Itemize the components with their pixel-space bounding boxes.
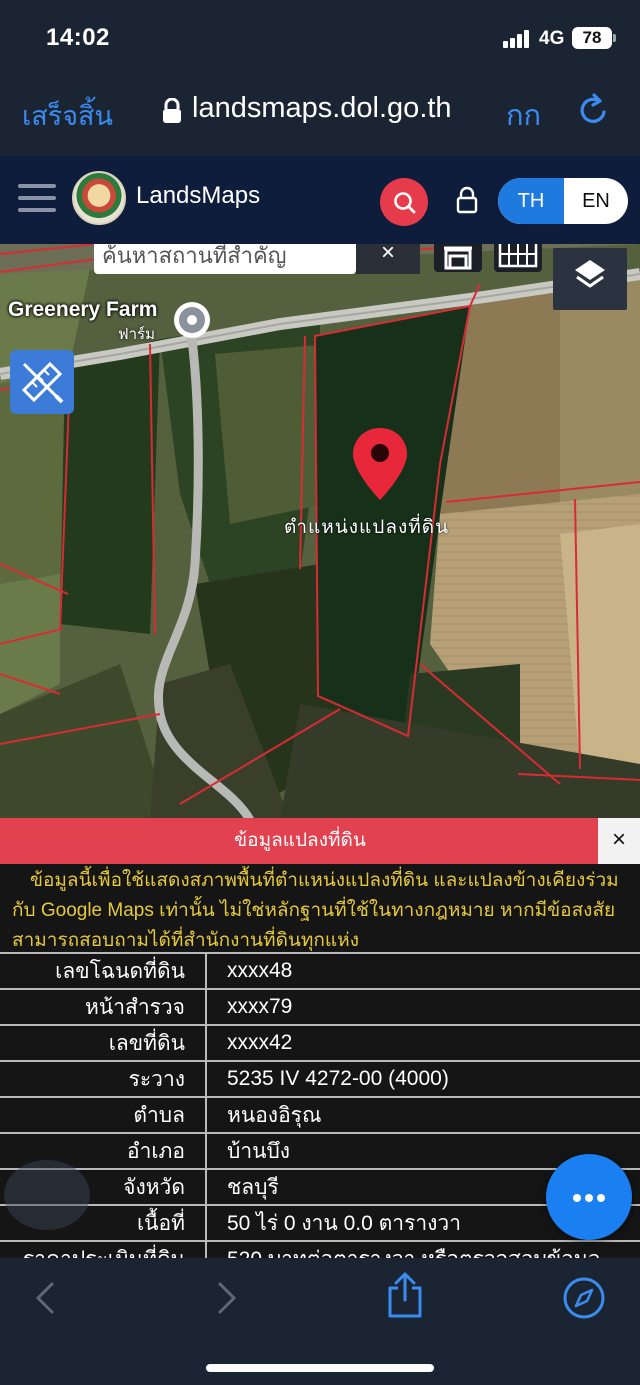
parcel-info-table: เลขโฉนดที่ดิน xxxx48 หน้าสำรวจ xxxx79 เลขท… <box>0 952 640 1277</box>
row-label: เลขโฉนดที่ดิน <box>0 952 207 989</box>
table-row: อำเภอ บ้านบึง <box>0 1132 640 1169</box>
info-icon[interactable] <box>4 1160 90 1230</box>
language-toggle[interactable]: TH EN <box>498 178 628 224</box>
map-search-text: ค้นหาสถานที่สำคัญ <box>102 244 287 268</box>
search-icon <box>394 192 416 214</box>
battery-tip <box>613 34 616 42</box>
text-size-button[interactable]: กก <box>506 92 541 138</box>
building-icon <box>444 246 472 270</box>
map-search-clear-button[interactable]: × <box>356 244 420 274</box>
parcel-info-panel: ข้อมูลนี้เพื่อใช้แสดงสภาพพื้นที่ตำแหน่งแ… <box>0 864 640 1277</box>
close-panel-button[interactable]: × <box>598 818 640 864</box>
done-button[interactable]: เสร็จสิ้น <box>22 94 113 137</box>
satellite-map[interactable]: ค้นหาสถานที่สำคัญ × Greenery Farm ฟาร์ม … <box>0 244 640 820</box>
table-row: ระวาง 5235 IV 4272-00 (4000) <box>0 1060 640 1097</box>
dol-logo <box>72 171 126 225</box>
cellular-signal-icon <box>503 30 531 48</box>
row-label: เลขที่ดิน <box>0 1024 207 1061</box>
layers-icon <box>575 260 605 288</box>
site-header: LandsMaps TH EN <box>0 156 640 244</box>
parcel-info-header: ข้อมูลแปลงที่ดิน × <box>0 818 640 864</box>
poi-subtitle: ฟาร์ม <box>118 326 155 343</box>
search-button[interactable] <box>380 178 428 226</box>
browser-url-bar: เสร็จสิ้น landsmaps.dol.go.th กก <box>0 78 640 156</box>
row-value: xxxx79 <box>206 988 640 1025</box>
grid-tool-button[interactable] <box>494 244 542 272</box>
row-label: ระวาง <box>0 1060 207 1097</box>
ruler-pencil-icon <box>21 361 64 404</box>
row-label: ตำบล <box>0 1096 207 1133</box>
notice-line-1: ข้อมูลนี้เพื่อใช้แสดงสภาพพื้นที่ตำแหน่งแ… <box>30 870 619 891</box>
landmark-tool-button[interactable] <box>434 244 482 272</box>
notice-line-2: กับ Google Maps เท่านั้น ไม่ใช่หลักฐานที… <box>12 900 616 921</box>
row-value: 5235 IV 4272-00 (4000) <box>206 1060 640 1097</box>
status-time: 14:02 <box>46 24 110 51</box>
table-row: ตำบล หนองอิรุณ <box>0 1096 640 1133</box>
poi-marker-icon[interactable] <box>172 300 212 340</box>
pin-label: ตำแหน่งแปลงที่ดิน <box>284 517 450 538</box>
table-row: จังหวัด ชลบุรี <box>0 1168 640 1205</box>
row-value: xxxx48 <box>206 952 640 989</box>
table-row: เลขโฉนดที่ดิน xxxx48 <box>0 952 640 989</box>
parcel-location-pin-icon <box>353 428 407 500</box>
table-row: เลขที่ดิน xxxx42 <box>0 1024 640 1061</box>
lang-en-option[interactable]: EN <box>564 178 628 224</box>
lock-icon <box>163 98 181 123</box>
layers-button[interactable] <box>553 248 627 310</box>
map-search-input[interactable]: ค้นหาสถานที่สำคัญ <box>94 244 356 274</box>
network-type: 4G <box>539 28 565 49</box>
row-value: xxxx42 <box>206 1024 640 1061</box>
reload-icon[interactable] <box>577 92 611 128</box>
share-icon[interactable] <box>384 1270 426 1320</box>
grid-icon <box>498 244 538 268</box>
status-bar: 14:02 4G 78 <box>0 0 640 78</box>
more-options-button[interactable] <box>546 1154 632 1240</box>
login-lock-icon[interactable] <box>455 186 479 214</box>
parcel-info-title: ข้อมูลแปลงที่ดิน <box>234 830 366 851</box>
menu-icon[interactable] <box>18 182 56 214</box>
poi-name[interactable]: Greenery Farm <box>8 298 157 322</box>
table-row: หน้าสำรวจ xxxx79 <box>0 988 640 1025</box>
forward-icon[interactable] <box>212 1278 242 1318</box>
home-indicator <box>206 1364 434 1372</box>
screen: 14:02 4G 78 เสร็จสิ้น landsmaps.dol.go.t… <box>0 0 640 1385</box>
table-row: เนื้อที่ 50 ไร่ 0 งาน 0.0 ตารางวา <box>0 1204 640 1241</box>
url-domain[interactable]: landsmaps.dol.go.th <box>192 92 452 125</box>
battery-icon: 78 <box>572 27 612 49</box>
back-icon[interactable] <box>30 1278 60 1318</box>
site-brand: LandsMaps <box>136 182 261 209</box>
measure-tool-button[interactable] <box>10 350 74 414</box>
lang-th-option[interactable]: TH <box>498 178 564 224</box>
row-label: หน้าสำรวจ <box>0 988 207 1025</box>
compass-icon[interactable] <box>562 1276 606 1320</box>
browser-toolbar <box>0 1258 640 1385</box>
disclaimer-notice: ข้อมูลนี้เพื่อใช้แสดงสภาพพื้นที่ตำแหน่งแ… <box>12 866 636 956</box>
row-value: หนองอิรุณ <box>206 1096 640 1133</box>
